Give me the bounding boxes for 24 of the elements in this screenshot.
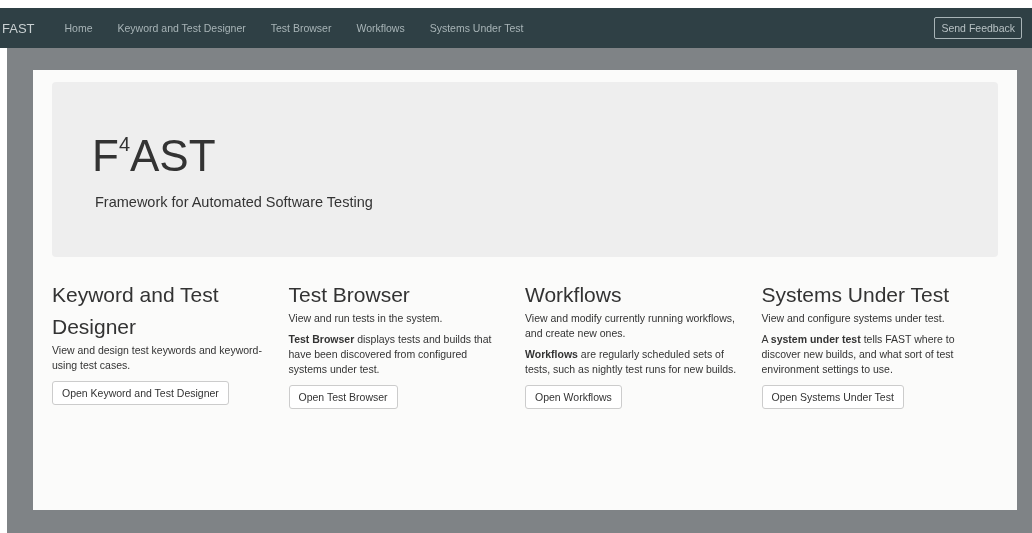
nav-link[interactable]: Workflows (356, 22, 405, 34)
section-description: View and design test keywords and keyword-using test cases. (52, 343, 263, 373)
open-button[interactable]: Open Keyword and Test Designer (52, 381, 229, 405)
section-description: View and configure systems under test. (761, 311, 945, 326)
section-heading: Workflows (525, 282, 622, 308)
nav-link[interactable]: Test Browser (270, 22, 332, 34)
brand-link[interactable]: FAST (2, 20, 35, 36)
section-text: Workflows are regularly scheduled sets of tests, such as nightly test runs for new builds. (525, 347, 738, 377)
hero-subtitle: Framework for Automated Software Testing (95, 194, 374, 210)
open-button[interactable]: Open Workflows (525, 385, 622, 409)
open-button[interactable]: Open Test Browser (288, 385, 398, 409)
nav-link[interactable]: Systems Under Test (429, 22, 524, 34)
section-text: Test Browser displays tests and builds that have been discovered from configured systems under test. (288, 332, 493, 377)
hero-title: F$^{4}$AST (92, 130, 217, 182)
section-description: View and modify currently running workflows, and create new ones. (525, 311, 736, 341)
open-button[interactable]: Open Systems Under Test (761, 385, 904, 409)
section-heading: Systems Under Test (761, 282, 949, 308)
section-text: A system under test tells FAST where to discover new builds, and what sort of test environment settings to use. (761, 332, 956, 377)
section-description: View and run tests in the system. (288, 311, 443, 326)
section-heading: Test Browser (288, 282, 410, 308)
nav-link[interactable]: Keyword and Test Designer (117, 22, 246, 34)
section-heading: Keyword and Test Designer (52, 282, 220, 340)
nav-link[interactable]: Home (64, 22, 93, 34)
send-feedback-button[interactable]: Send Feedback (934, 17, 1022, 39)
